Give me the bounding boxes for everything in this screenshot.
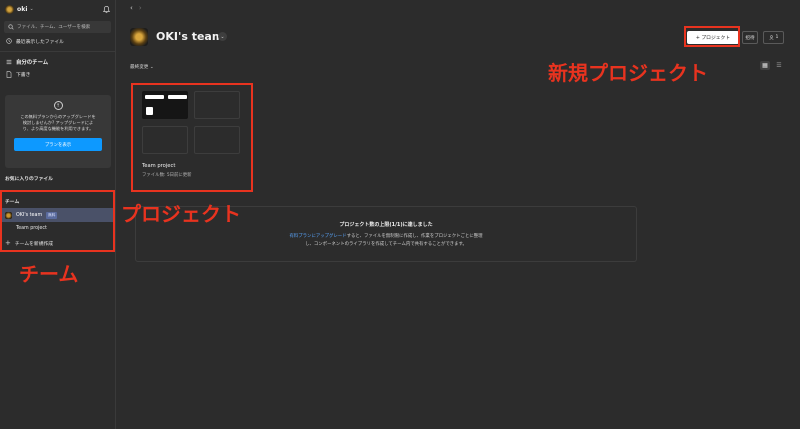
clock-icon bbox=[5, 38, 12, 44]
team-list-icon bbox=[5, 59, 12, 65]
view-plans-button[interactable]: プランを表示 bbox=[14, 138, 102, 151]
team-highlight bbox=[0, 190, 115, 252]
list-view-icon[interactable]: ☰ bbox=[774, 61, 784, 70]
chevron-down-icon[interactable]: ⌄ bbox=[30, 6, 34, 12]
new-project-highlight bbox=[684, 26, 740, 47]
sidebar-item-label: 下書き bbox=[16, 72, 31, 78]
team-avatar bbox=[130, 28, 148, 46]
limit-body: 有料プランにアップグレードすると、ファイルを無制限に作成し、作業をプロジェクトご… bbox=[136, 233, 636, 249]
team-annotation: チーム bbox=[19, 262, 79, 286]
back-icon[interactable]: ‹ bbox=[130, 4, 133, 12]
members-button[interactable]: 1 bbox=[763, 31, 784, 44]
search-placeholder: ファイル、チーム、ユーザーを検索 bbox=[17, 25, 91, 30]
sidebar-item-label: 自分のチーム bbox=[16, 60, 49, 66]
sort-dropdown[interactable]: 最終変更 ⌄ bbox=[130, 64, 154, 70]
forward-icon[interactable]: › bbox=[139, 4, 142, 12]
limit-text: すると、ファイルを無制限に作成し、作業をプロジェクトごとに整理 bbox=[346, 234, 483, 239]
sidebar-item-recent[interactable]: 最近表示したファイル bbox=[0, 35, 115, 47]
upgrade-link[interactable]: 有料プランにアップグレード bbox=[289, 234, 346, 239]
favorites-header: お気に入りのファイル bbox=[5, 177, 53, 182]
search-input[interactable]: ファイル、チーム、ユーザーを検索 bbox=[4, 21, 111, 33]
limit-text-2: し、コンポーネントのライブラリを作成してチーム内で共有することができます。 bbox=[305, 242, 467, 247]
chevron-down-icon[interactable]: ⌄ bbox=[218, 32, 227, 41]
sidebar-item-label: 最近表示したファイル bbox=[16, 39, 64, 45]
member-count: 1 bbox=[775, 35, 779, 40]
user-icon bbox=[768, 35, 774, 40]
bell-icon[interactable] bbox=[102, 5, 111, 14]
arrow-up-circle-icon: ↑ bbox=[53, 101, 63, 110]
new-project-annotation: 新規プロジェクト bbox=[548, 61, 708, 85]
invite-button[interactable]: 招待 bbox=[742, 31, 758, 44]
upgrade-text: この無料プランからのアップグレードを 検討しませんか? アップグレードによ り、… bbox=[5, 114, 111, 132]
sidebar-item-my-team[interactable]: 自分のチーム bbox=[0, 56, 115, 68]
file-icon bbox=[5, 70, 12, 78]
upgrade-panel: ↑ この無料プランからのアップグレードを 検討しませんか? アップグレードによ … bbox=[5, 95, 111, 168]
search-icon bbox=[8, 24, 14, 30]
page-title: OKI's team bbox=[156, 30, 224, 43]
history-nav: ‹ › bbox=[130, 4, 142, 12]
project-highlight bbox=[131, 83, 253, 192]
sidebar-item-drafts[interactable]: 下書き bbox=[0, 68, 115, 80]
app-window: oki ⌄ ファイル、チーム、ユーザーを検索 最近表示したファイル 自分のチーム… bbox=[0, 0, 800, 429]
grid-view-icon[interactable]: ▦ bbox=[760, 61, 770, 70]
divider bbox=[0, 51, 115, 52]
username[interactable]: oki bbox=[17, 6, 28, 13]
sidebar-header: oki ⌄ bbox=[0, 0, 115, 18]
upgrade-line-3: り、より高度な機能を利用できます。 bbox=[22, 126, 94, 131]
user-avatar[interactable] bbox=[5, 4, 14, 14]
project-annotation: プロジェクト bbox=[121, 202, 241, 226]
